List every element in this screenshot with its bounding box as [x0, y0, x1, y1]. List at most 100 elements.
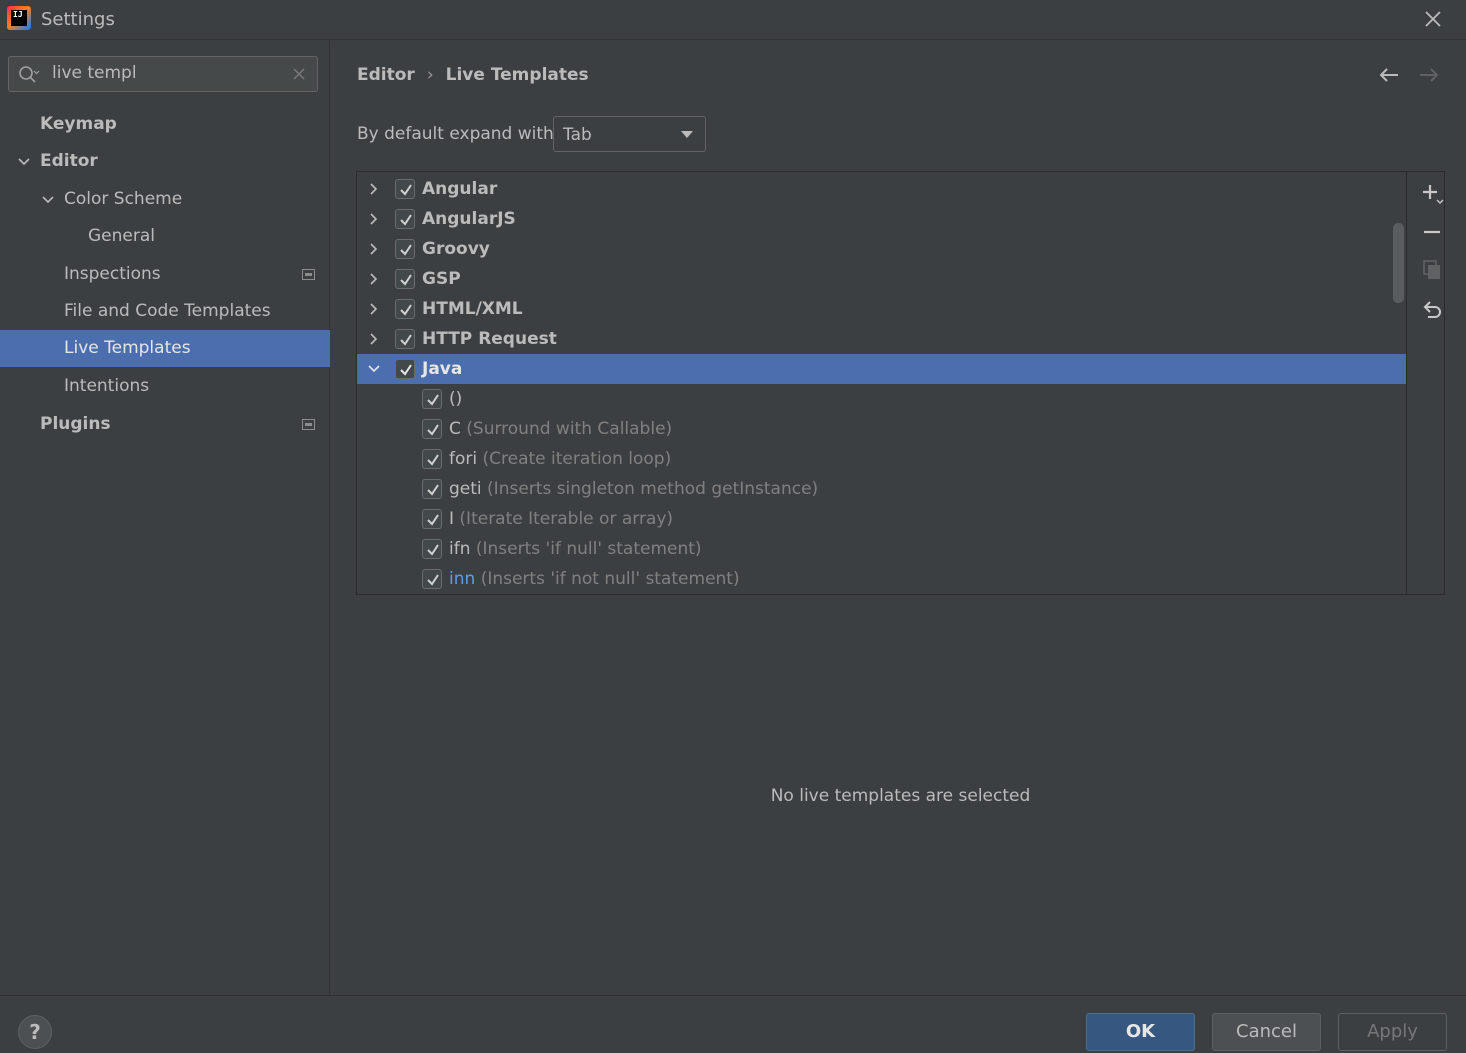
restore-defaults-icon[interactable] [1420, 298, 1444, 322]
expand-with-label: By default expand with [357, 124, 554, 144]
template-group-row[interactable]: Angular [357, 174, 1406, 204]
group-name: GSP [422, 269, 461, 289]
forward-arrow-icon[interactable] [1417, 63, 1441, 87]
chevron-down-icon[interactable] [367, 362, 381, 376]
template-checkbox[interactable] [422, 479, 442, 499]
sidebar-item-live-templates[interactable]: Live Templates [0, 330, 330, 367]
sidebar-item-plugins[interactable]: Plugins [0, 406, 330, 443]
expand-with-dropdown[interactable]: Tab [553, 116, 706, 152]
sidebar-item-keymap[interactable]: Keymap [0, 106, 330, 143]
window-title: Settings [41, 9, 115, 30]
template-abbreviation: () [449, 384, 462, 414]
template-checkbox[interactable] [422, 539, 442, 559]
group-name: Angular [422, 179, 498, 199]
group-checkbox[interactable] [395, 269, 415, 289]
template-description: (Surround with Callable) [466, 419, 673, 439]
chevron-right-icon[interactable] [367, 242, 381, 256]
template-row[interactable]: ifn (Inserts 'if null' statement) [357, 534, 1406, 564]
template-abbreviation: fori (Create iteration loop) [449, 444, 671, 474]
ok-button[interactable]: OK [1086, 1013, 1195, 1051]
help-button[interactable]: ? [18, 1015, 52, 1049]
template-abbr: C [449, 419, 461, 439]
template-checkbox[interactable] [422, 389, 442, 409]
title-bar: IJ Settings [0, 0, 1466, 40]
template-group-row[interactable]: AngularJS [357, 204, 1406, 234]
sidebar-item-inspections[interactable]: Inspections [0, 256, 330, 293]
copy-icon[interactable] [1420, 258, 1444, 282]
tree-scrollbar[interactable] [1393, 223, 1404, 303]
template-checkbox[interactable] [422, 449, 442, 469]
template-abbreviation: ifn (Inserts 'if null' statement) [449, 534, 702, 564]
sidebar-item-label: Editor [40, 151, 98, 171]
template-abbreviation: C (Surround with Callable) [449, 414, 672, 444]
remove-icon[interactable] [1420, 220, 1444, 244]
template-abbr: geti [449, 479, 482, 499]
sidebar-item-label: Keymap [40, 114, 117, 134]
template-row[interactable]: I (Iterate Iterable or array) [357, 504, 1406, 534]
group-name: HTML/XML [422, 299, 523, 319]
chevron-right-icon[interactable] [367, 182, 381, 196]
group-name: HTTP Request [422, 329, 557, 349]
clear-search-icon[interactable] [291, 66, 307, 82]
template-row[interactable]: () [357, 384, 1406, 414]
group-checkbox[interactable] [395, 359, 415, 379]
sidebar-item-color-scheme[interactable]: Color Scheme [0, 181, 330, 218]
add-icon[interactable] [1420, 182, 1444, 206]
group-name: Java [422, 359, 463, 379]
breadcrumb-editor[interactable]: Editor [357, 65, 415, 85]
search-icon [19, 66, 40, 83]
group-name: AngularJS [422, 209, 516, 229]
sidebar-item-editor[interactable]: Editor [0, 143, 330, 180]
apply-button[interactable]: Apply [1338, 1013, 1447, 1051]
search-field[interactable] [8, 56, 318, 92]
template-description: (Inserts 'if null' statement) [475, 539, 702, 559]
template-description: (Inserts singleton method getInstance) [487, 479, 819, 499]
group-checkbox[interactable] [395, 329, 415, 349]
expand-with-value: Tab [563, 125, 592, 145]
template-group-row[interactable]: HTML/XML [357, 294, 1406, 324]
group-checkbox[interactable] [395, 209, 415, 229]
template-row[interactable]: fori (Create iteration loop) [357, 444, 1406, 474]
close-icon[interactable] [1420, 6, 1446, 32]
breadcrumb: Editor › Live Templates [357, 65, 589, 85]
settings-main-panel: Editor › Live Templates By default expand … [331, 41, 1466, 995]
sidebar-item-intentions[interactable]: Intentions [0, 368, 330, 405]
sidebar-item-label: Color Scheme [64, 189, 183, 209]
template-checkbox[interactable] [422, 509, 442, 529]
template-abbreviation: inn (Inserts 'if not null' statement) [449, 564, 740, 594]
template-description: (Iterate Iterable or array) [459, 509, 674, 529]
group-checkbox[interactable] [395, 299, 415, 319]
settings-sidebar: Keymap Editor Color Scheme General Inspe… [0, 41, 330, 995]
intellij-logo-icon: IJ [7, 6, 31, 30]
sidebar-item-general[interactable]: General [0, 218, 330, 255]
template-group-row[interactable]: GSP [357, 264, 1406, 294]
empty-selection-message: No live templates are selected [770, 786, 1031, 806]
sidebar-item-label: Intentions [64, 376, 150, 396]
template-group-row[interactable]: Groovy [357, 234, 1406, 264]
template-row[interactable]: inn (Inserts 'if not null' statement) [357, 564, 1406, 594]
template-group-row-java[interactable]: Java [357, 354, 1406, 384]
chevron-down-icon[interactable] [17, 155, 31, 169]
template-checkbox[interactable] [422, 419, 442, 439]
group-checkbox[interactable] [395, 179, 415, 199]
search-input[interactable] [52, 63, 272, 83]
template-checkbox[interactable] [422, 569, 442, 589]
template-row[interactable]: geti (Inserts singleton method getInstan… [357, 474, 1406, 504]
sidebar-item-label: Inspections [64, 264, 161, 284]
chevron-right-icon[interactable] [367, 332, 381, 346]
chevron-down-icon[interactable] [41, 193, 55, 207]
template-abbr: () [449, 389, 463, 409]
template-row[interactable]: C (Surround with Callable) [357, 414, 1406, 444]
template-group-row[interactable]: HTTP Request [357, 324, 1406, 354]
dropdown-arrow-icon [681, 131, 693, 138]
chevron-right-icon[interactable] [367, 302, 381, 316]
sidebar-item-label: General [88, 226, 155, 246]
back-arrow-icon[interactable] [1377, 63, 1401, 87]
chevron-right-icon[interactable] [367, 212, 381, 226]
sidebar-item-file-and-code-templates[interactable]: File and Code Templates [0, 293, 330, 330]
group-checkbox[interactable] [395, 239, 415, 259]
chevron-right-icon[interactable] [367, 272, 381, 286]
cancel-button[interactable]: Cancel [1212, 1013, 1321, 1051]
dialog-button-bar: ? OK Cancel Apply [0, 995, 1466, 1053]
breadcrumb-live-templates: Live Templates [445, 65, 589, 85]
